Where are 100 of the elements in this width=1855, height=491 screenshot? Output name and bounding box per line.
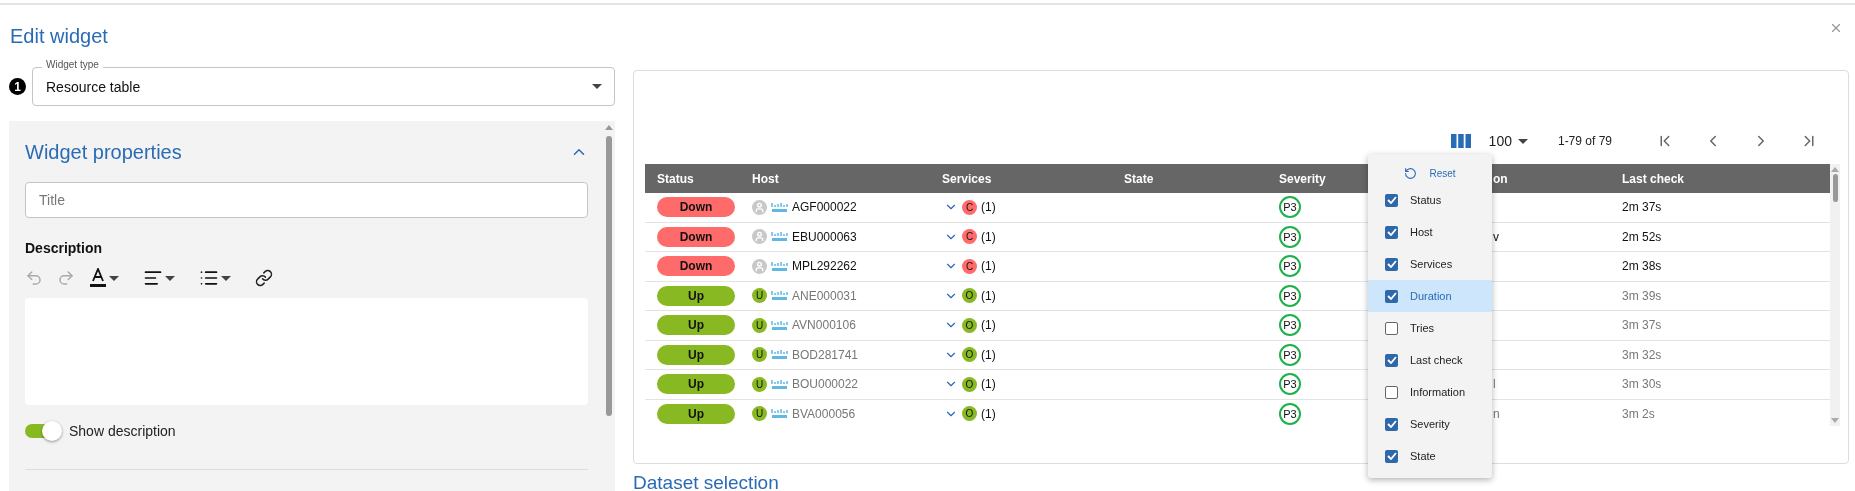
last-check-text: 2m 38s bbox=[1622, 259, 1662, 274]
duration-text: n bbox=[1493, 406, 1500, 421]
status-pill: Up bbox=[657, 374, 735, 395]
cisco-logo-icon bbox=[771, 378, 788, 390]
last-check-text: 3m 32s bbox=[1622, 347, 1662, 362]
reset-button[interactable]: Reset bbox=[1368, 162, 1492, 184]
last-check-text: 3m 37s bbox=[1622, 318, 1662, 333]
checkbox[interactable] bbox=[1385, 289, 1398, 303]
column-option[interactable]: Status bbox=[1368, 184, 1492, 216]
host-name: BOU000022 bbox=[792, 377, 859, 392]
link-icon[interactable] bbox=[255, 269, 273, 287]
service-count: (1) bbox=[981, 406, 996, 421]
checkbox[interactable] bbox=[1385, 193, 1398, 207]
checkbox[interactable] bbox=[1385, 321, 1398, 335]
service-status-badge: O bbox=[962, 376, 977, 392]
cisco-logo-icon bbox=[771, 290, 788, 302]
host-name: EBU000063 bbox=[792, 229, 857, 244]
severity-badge: P3 bbox=[1279, 196, 1301, 219]
service-status-badge: O bbox=[962, 317, 977, 333]
page-range: 1-79 of 79 bbox=[1557, 134, 1612, 148]
duration-text: v bbox=[1493, 229, 1499, 244]
column-header: State bbox=[1124, 171, 1154, 186]
service-count: (1) bbox=[981, 377, 996, 392]
columns-icon[interactable] bbox=[1450, 134, 1471, 148]
caret-icon bbox=[1517, 138, 1528, 144]
service-count: (1) bbox=[981, 200, 996, 215]
cisco-logo-icon bbox=[771, 201, 788, 213]
status-pill: Up bbox=[657, 285, 735, 306]
duration-text: l bbox=[1493, 377, 1496, 392]
service-count: (1) bbox=[981, 259, 996, 274]
last-check-text: 3m 2s bbox=[1622, 406, 1655, 421]
user-icon bbox=[752, 199, 767, 215]
host-status-badge: U bbox=[752, 288, 767, 304]
column-option[interactable]: Tries bbox=[1368, 312, 1492, 344]
status-pill: Down bbox=[657, 197, 735, 218]
text-color-button[interactable] bbox=[89, 268, 119, 288]
section-title: Dataset selection bbox=[633, 472, 780, 491]
host-name: ANE000031 bbox=[792, 288, 857, 303]
title-field[interactable]: Title bbox=[25, 182, 588, 218]
service-status-badge: C bbox=[962, 199, 977, 215]
status-pill: Up bbox=[657, 344, 735, 365]
list-button[interactable] bbox=[199, 268, 231, 288]
checkbox[interactable] bbox=[1385, 225, 1398, 239]
toggle-label: Show description bbox=[69, 423, 176, 439]
column-option[interactable]: Duration bbox=[1368, 280, 1492, 312]
align-button[interactable] bbox=[143, 268, 175, 288]
column-option[interactable]: Host bbox=[1368, 216, 1492, 248]
cisco-logo-icon bbox=[771, 260, 788, 272]
caret-icon bbox=[165, 275, 175, 281]
checkbox[interactable] bbox=[1385, 417, 1398, 431]
last-check-text: 3m 39s bbox=[1622, 288, 1662, 303]
dropdown-caret-icon bbox=[592, 84, 602, 89]
host-status-badge: U bbox=[752, 406, 767, 422]
host-name: AGF000022 bbox=[792, 200, 857, 215]
scroll-up-icon[interactable] bbox=[605, 125, 613, 130]
user-icon bbox=[752, 258, 767, 274]
column-option[interactable]: Last check bbox=[1368, 344, 1492, 376]
last-check-text: 2m 37s bbox=[1622, 200, 1662, 215]
field-label: Widget type bbox=[42, 59, 103, 70]
severity-badge: P3 bbox=[1279, 314, 1301, 337]
last-check-text: 2m 52s bbox=[1622, 229, 1662, 244]
status-pill: Up bbox=[657, 315, 735, 336]
show-description-toggle[interactable] bbox=[25, 424, 61, 438]
column-option[interactable]: State bbox=[1368, 440, 1492, 472]
status-pill: Down bbox=[657, 226, 735, 247]
rows-per-page-select[interactable]: 100 bbox=[1488, 133, 1528, 149]
service-status-badge: O bbox=[962, 347, 977, 363]
column-header: Status bbox=[657, 171, 694, 186]
status-pill: Up bbox=[657, 403, 735, 424]
last-check-text: 3m 30s bbox=[1622, 377, 1662, 392]
cisco-logo-icon bbox=[771, 319, 788, 331]
host-status-badge: U bbox=[752, 376, 767, 392]
column-header: Services bbox=[942, 171, 992, 186]
column-header: on bbox=[1493, 171, 1508, 186]
scroll-thumb[interactable] bbox=[1832, 174, 1838, 202]
host-status-badge: U bbox=[752, 317, 767, 333]
checkbox[interactable] bbox=[1385, 449, 1398, 463]
checkbox[interactable] bbox=[1385, 257, 1398, 271]
column-header: Host bbox=[752, 171, 779, 186]
host-name: BVA000056 bbox=[792, 406, 856, 421]
table-scrollbar[interactable] bbox=[1830, 164, 1840, 426]
caret-icon bbox=[221, 275, 231, 281]
checkbox[interactable] bbox=[1385, 353, 1398, 367]
dialog-title: Edit widget bbox=[10, 25, 108, 48]
service-count: (1) bbox=[981, 318, 996, 333]
close-button[interactable] bbox=[1829, 21, 1843, 35]
host-name: BOD281741 bbox=[792, 347, 859, 362]
service-count: (1) bbox=[981, 288, 996, 303]
column-option[interactable]: Services bbox=[1368, 248, 1492, 280]
checkbox[interactable] bbox=[1385, 385, 1398, 399]
service-status-badge: C bbox=[962, 229, 977, 245]
host-name: AVN000106 bbox=[792, 318, 856, 333]
column-option[interactable]: Information bbox=[1368, 376, 1492, 408]
service-count: (1) bbox=[981, 229, 996, 244]
column-option[interactable]: Severity bbox=[1368, 408, 1492, 440]
service-count: (1) bbox=[981, 347, 996, 362]
severity-badge: P3 bbox=[1279, 373, 1301, 396]
host-name: MPL292262 bbox=[792, 259, 857, 274]
severity-badge: P3 bbox=[1279, 402, 1301, 425]
scroll-thumb[interactable] bbox=[606, 136, 612, 416]
